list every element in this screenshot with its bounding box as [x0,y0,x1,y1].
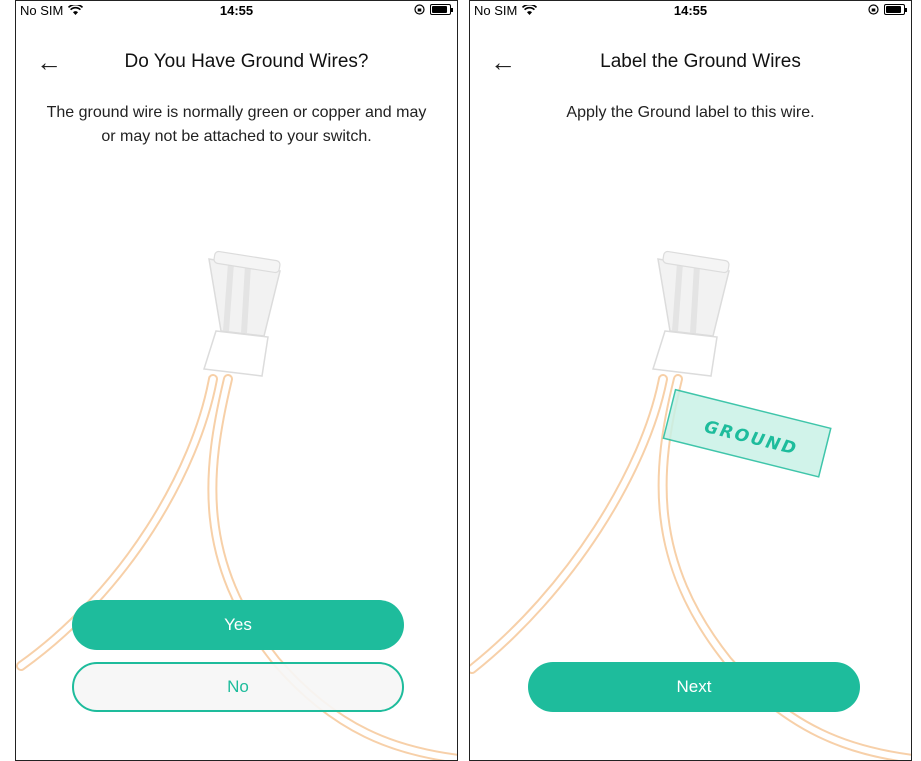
clock: 14:55 [219,3,254,18]
orientation-lock-icon [414,4,425,15]
yes-button[interactable]: Yes [72,600,404,650]
header: ← Label the Ground Wires [470,49,911,79]
clock: 14:55 [673,3,708,18]
screen-label-ground-wires: GROUND No SIM 14:55 ← Label the Ground W… [469,0,912,761]
screen-ground-wires-question: No SIM 14:55 ← Do You Have Ground Wires?… [15,0,458,761]
description: The ground wire is normally green or cop… [46,104,427,145]
description: Apply the Ground label to this wire. [566,104,815,121]
orientation-lock-icon [868,4,879,15]
page-title: Do You Have Ground Wires? [124,51,369,72]
page-title: Label the Ground Wires [600,51,801,72]
status-bar: No SIM 14:55 [470,1,911,21]
battery-icon [430,4,453,15]
no-button[interactable]: No [72,662,404,712]
battery-icon [884,4,907,15]
next-button[interactable]: Next [528,662,860,712]
status-bar: No SIM 14:55 [16,1,457,21]
header: ← Do You Have Ground Wires? [16,49,457,79]
ground-tag: GROUND [662,388,832,478]
